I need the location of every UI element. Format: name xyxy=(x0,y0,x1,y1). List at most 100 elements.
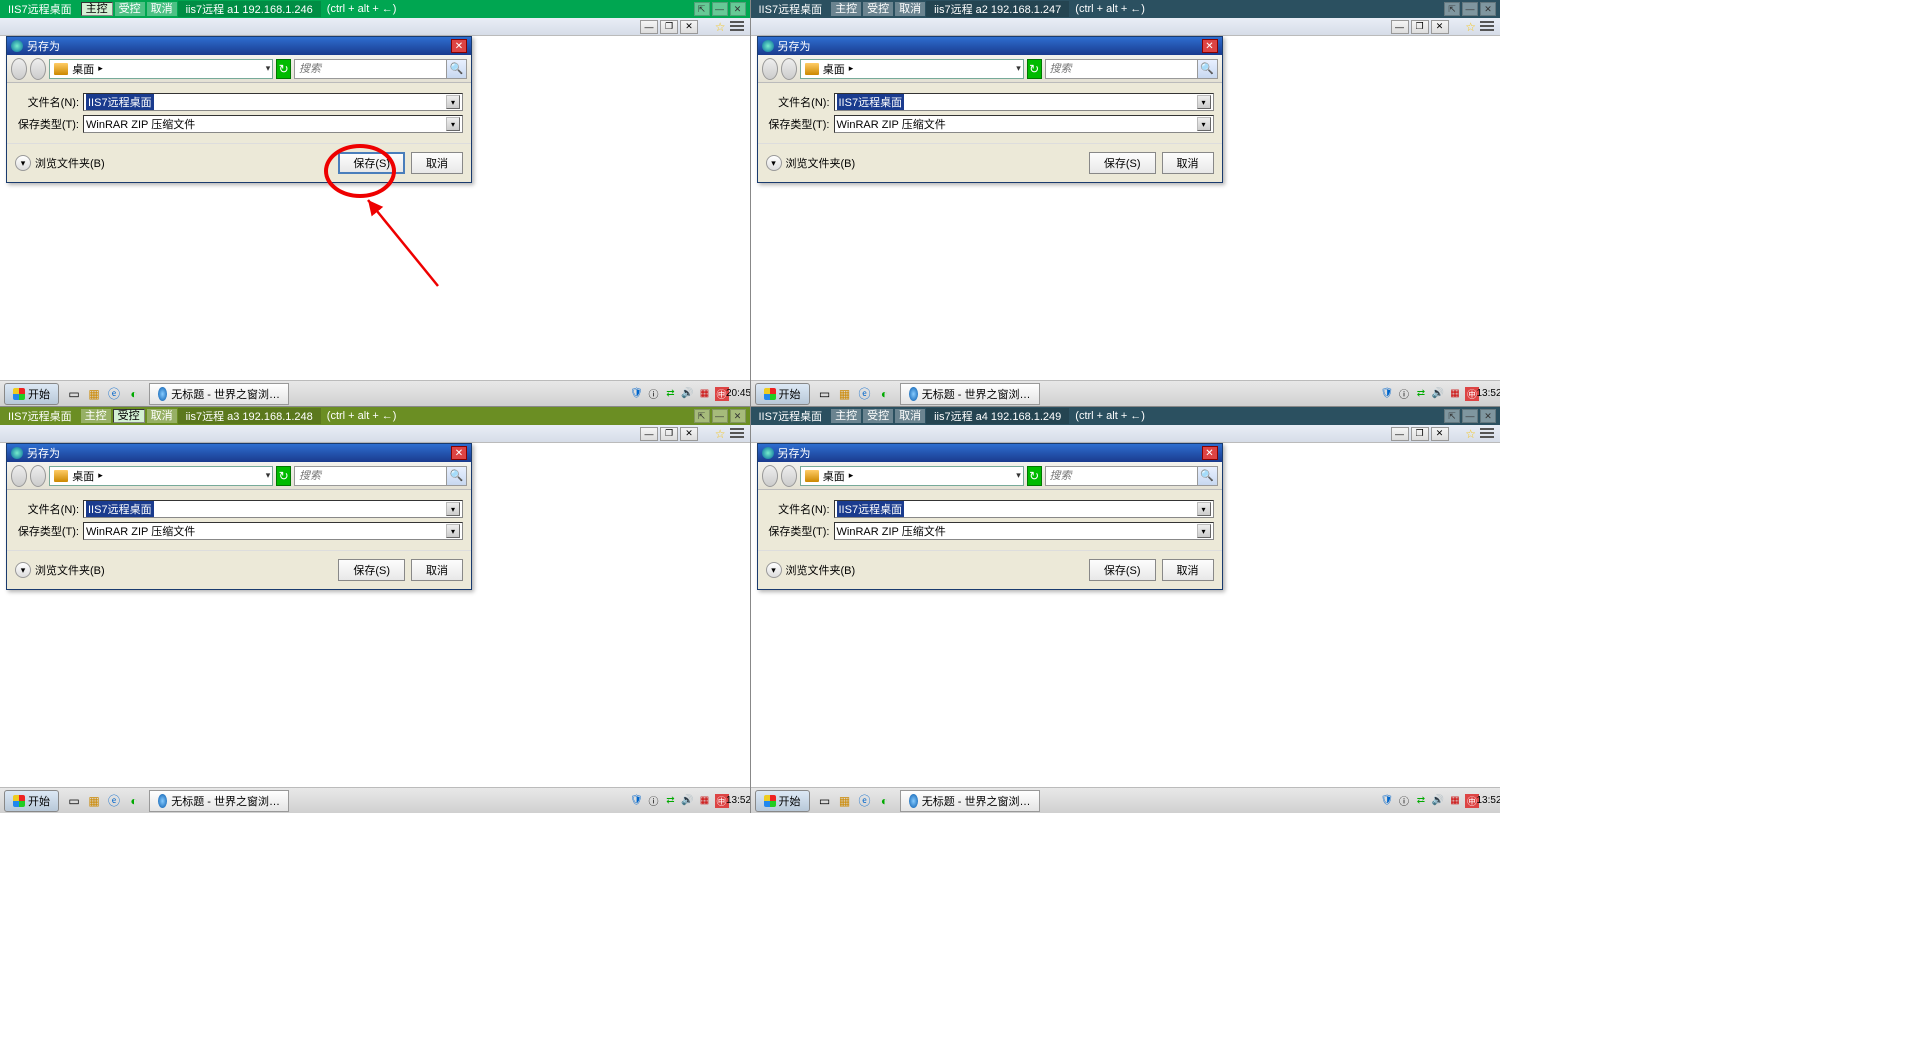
clock[interactable]: 13:52 xyxy=(1482,387,1496,401)
tray-app-icon[interactable]: ▦ xyxy=(698,794,712,808)
pin-icon[interactable]: ⇱ xyxy=(1444,2,1460,16)
explorer-icon[interactable]: ▦ xyxy=(85,385,103,403)
window-minimize-icon[interactable]: — xyxy=(640,20,658,34)
filename-field[interactable]: IIS7远程桌面 ▾ xyxy=(834,500,1214,518)
tray-app-icon[interactable]: ▦ xyxy=(698,387,712,401)
window-restore-icon[interactable]: ❐ xyxy=(660,427,678,441)
main-control-button[interactable]: 主控 xyxy=(81,409,111,423)
favorite-star-icon[interactable]: ☆ xyxy=(715,20,726,34)
window-close-icon[interactable]: ✕ xyxy=(1431,20,1449,34)
main-control-button[interactable]: 主控 xyxy=(81,2,113,16)
tray-network-icon[interactable]: ⇄ xyxy=(1414,794,1428,808)
nav-back-button[interactable] xyxy=(762,465,778,487)
favorite-star-icon[interactable]: ☆ xyxy=(1465,427,1476,441)
show-desktop-icon[interactable]: ▭ xyxy=(65,792,83,810)
dialog-close-button[interactable]: ✕ xyxy=(1202,446,1218,460)
favorite-star-icon[interactable]: ☆ xyxy=(1465,20,1476,34)
browser-icon[interactable]: ◐ xyxy=(125,792,143,810)
favorite-star-icon[interactable]: ☆ xyxy=(715,427,726,441)
dialog-close-button[interactable]: ✕ xyxy=(1202,39,1218,53)
taskbar-task[interactable]: 无标题 - 世界之窗浏… xyxy=(900,383,1040,405)
search-icon[interactable]: 🔍 xyxy=(1197,60,1217,78)
dialog-close-button[interactable]: ✕ xyxy=(451,446,467,460)
location-breadcrumb[interactable]: 桌面 ▸ ▾ xyxy=(800,466,1024,486)
window-minimize-icon[interactable]: — xyxy=(1391,20,1409,34)
save-button[interactable]: 保存(S) xyxy=(338,559,405,581)
taskbar-task[interactable]: 无标题 - 世界之窗浏… xyxy=(149,383,289,405)
window-close-icon[interactable]: ✕ xyxy=(1431,427,1449,441)
search-input[interactable] xyxy=(295,470,446,482)
ie-icon[interactable]: ⓔ xyxy=(856,385,874,403)
filetype-field[interactable]: WinRAR ZIP 压缩文件 ▾ xyxy=(83,522,463,540)
cancel-button[interactable]: 取消 xyxy=(411,559,463,581)
filename-field[interactable]: IIS7远程桌面 ▾ xyxy=(834,93,1214,111)
cancel-connection-button[interactable]: 取消 xyxy=(895,2,925,16)
main-control-button[interactable]: 主控 xyxy=(831,409,861,423)
filetype-dropdown-icon[interactable]: ▾ xyxy=(1197,524,1211,538)
taskbar-task[interactable]: 无标题 - 世界之窗浏… xyxy=(149,790,289,812)
controlled-button[interactable]: 受控 xyxy=(863,409,893,423)
controlled-button[interactable]: 受控 xyxy=(113,409,145,423)
hamburger-menu-icon[interactable] xyxy=(730,428,744,440)
tray-info-icon[interactable]: ⓘ xyxy=(1397,387,1411,401)
tray-security-icon[interactable]: 🛡 xyxy=(630,387,644,401)
location-dropdown-icon[interactable]: ▾ xyxy=(1016,470,1021,481)
tray-network-icon[interactable]: ⇄ xyxy=(664,794,678,808)
pin-icon[interactable]: ⇱ xyxy=(1444,409,1460,423)
window-restore-icon[interactable]: ❐ xyxy=(1411,20,1429,34)
pin-icon[interactable]: ⇱ xyxy=(694,409,710,423)
search-field[interactable]: 🔍 xyxy=(1045,466,1218,486)
browse-folders-toggle[interactable]: ▾ 浏览文件夹(B) xyxy=(15,155,105,171)
cancel-button[interactable]: 取消 xyxy=(1162,152,1214,174)
tray-network-icon[interactable]: ⇄ xyxy=(664,387,678,401)
search-input[interactable] xyxy=(295,63,446,75)
show-desktop-icon[interactable]: ▭ xyxy=(816,385,834,403)
filename-dropdown-icon[interactable]: ▾ xyxy=(1197,502,1211,516)
filetype-field[interactable]: WinRAR ZIP 压缩文件 ▾ xyxy=(834,115,1214,133)
minimize-icon[interactable]: — xyxy=(1462,2,1478,16)
ie-icon[interactable]: ⓔ xyxy=(856,792,874,810)
minimize-icon[interactable]: — xyxy=(712,2,728,16)
close-icon[interactable]: ✕ xyxy=(730,2,746,16)
filename-dropdown-icon[interactable]: ▾ xyxy=(1197,95,1211,109)
hamburger-menu-icon[interactable] xyxy=(1480,428,1494,440)
taskbar-task[interactable]: 无标题 - 世界之窗浏… xyxy=(900,790,1040,812)
hamburger-menu-icon[interactable] xyxy=(1480,21,1494,33)
nav-forward-button[interactable] xyxy=(781,58,797,80)
refresh-button[interactable]: ↻ xyxy=(1027,59,1042,79)
tray-app-icon[interactable]: ▦ xyxy=(1448,794,1462,808)
controlled-button[interactable]: 受控 xyxy=(863,2,893,16)
tray-security-icon[interactable]: 🛡 xyxy=(630,794,644,808)
show-desktop-icon[interactable]: ▭ xyxy=(816,792,834,810)
save-button[interactable]: 保存(S) xyxy=(1089,152,1156,174)
filetype-field[interactable]: WinRAR ZIP 压缩文件 ▾ xyxy=(834,522,1214,540)
cancel-button[interactable]: 取消 xyxy=(1162,559,1214,581)
browse-folders-toggle[interactable]: ▾ 浏览文件夹(B) xyxy=(766,562,856,578)
nav-back-button[interactable] xyxy=(762,58,778,80)
search-input[interactable] xyxy=(1046,63,1197,75)
tray-security-icon[interactable]: 🛡 xyxy=(1380,387,1394,401)
nav-back-button[interactable] xyxy=(11,58,27,80)
filetype-field[interactable]: WinRAR ZIP 压缩文件 ▾ xyxy=(83,115,463,133)
filename-value[interactable]: IIS7远程桌面 xyxy=(86,501,154,517)
main-control-button[interactable]: 主控 xyxy=(831,2,861,16)
filetype-dropdown-icon[interactable]: ▾ xyxy=(1197,117,1211,131)
start-button[interactable]: 开始 xyxy=(755,383,810,405)
tray-sound-icon[interactable]: 🔊 xyxy=(681,387,695,401)
nav-forward-button[interactable] xyxy=(30,58,46,80)
start-button[interactable]: 开始 xyxy=(4,790,59,812)
tray-app-icon[interactable]: ▦ xyxy=(1448,387,1462,401)
browse-folders-toggle[interactable]: ▾ 浏览文件夹(B) xyxy=(766,155,856,171)
save-button[interactable]: 保存(S) xyxy=(1089,559,1156,581)
filename-field[interactable]: IIS7远程桌面 ▾ xyxy=(83,500,463,518)
tray-sound-icon[interactable]: 🔊 xyxy=(1431,387,1445,401)
filename-field[interactable]: IIS7远程桌面 ▾ xyxy=(83,93,463,111)
close-icon[interactable]: ✕ xyxy=(1480,409,1496,423)
tray-info-icon[interactable]: ⓘ xyxy=(647,794,661,808)
search-icon[interactable]: 🔍 xyxy=(446,60,466,78)
minimize-icon[interactable]: — xyxy=(712,409,728,423)
window-minimize-icon[interactable]: — xyxy=(640,427,658,441)
explorer-icon[interactable]: ▦ xyxy=(836,792,854,810)
cancel-connection-button[interactable]: 取消 xyxy=(895,409,925,423)
filename-value[interactable]: IIS7远程桌面 xyxy=(86,94,154,110)
